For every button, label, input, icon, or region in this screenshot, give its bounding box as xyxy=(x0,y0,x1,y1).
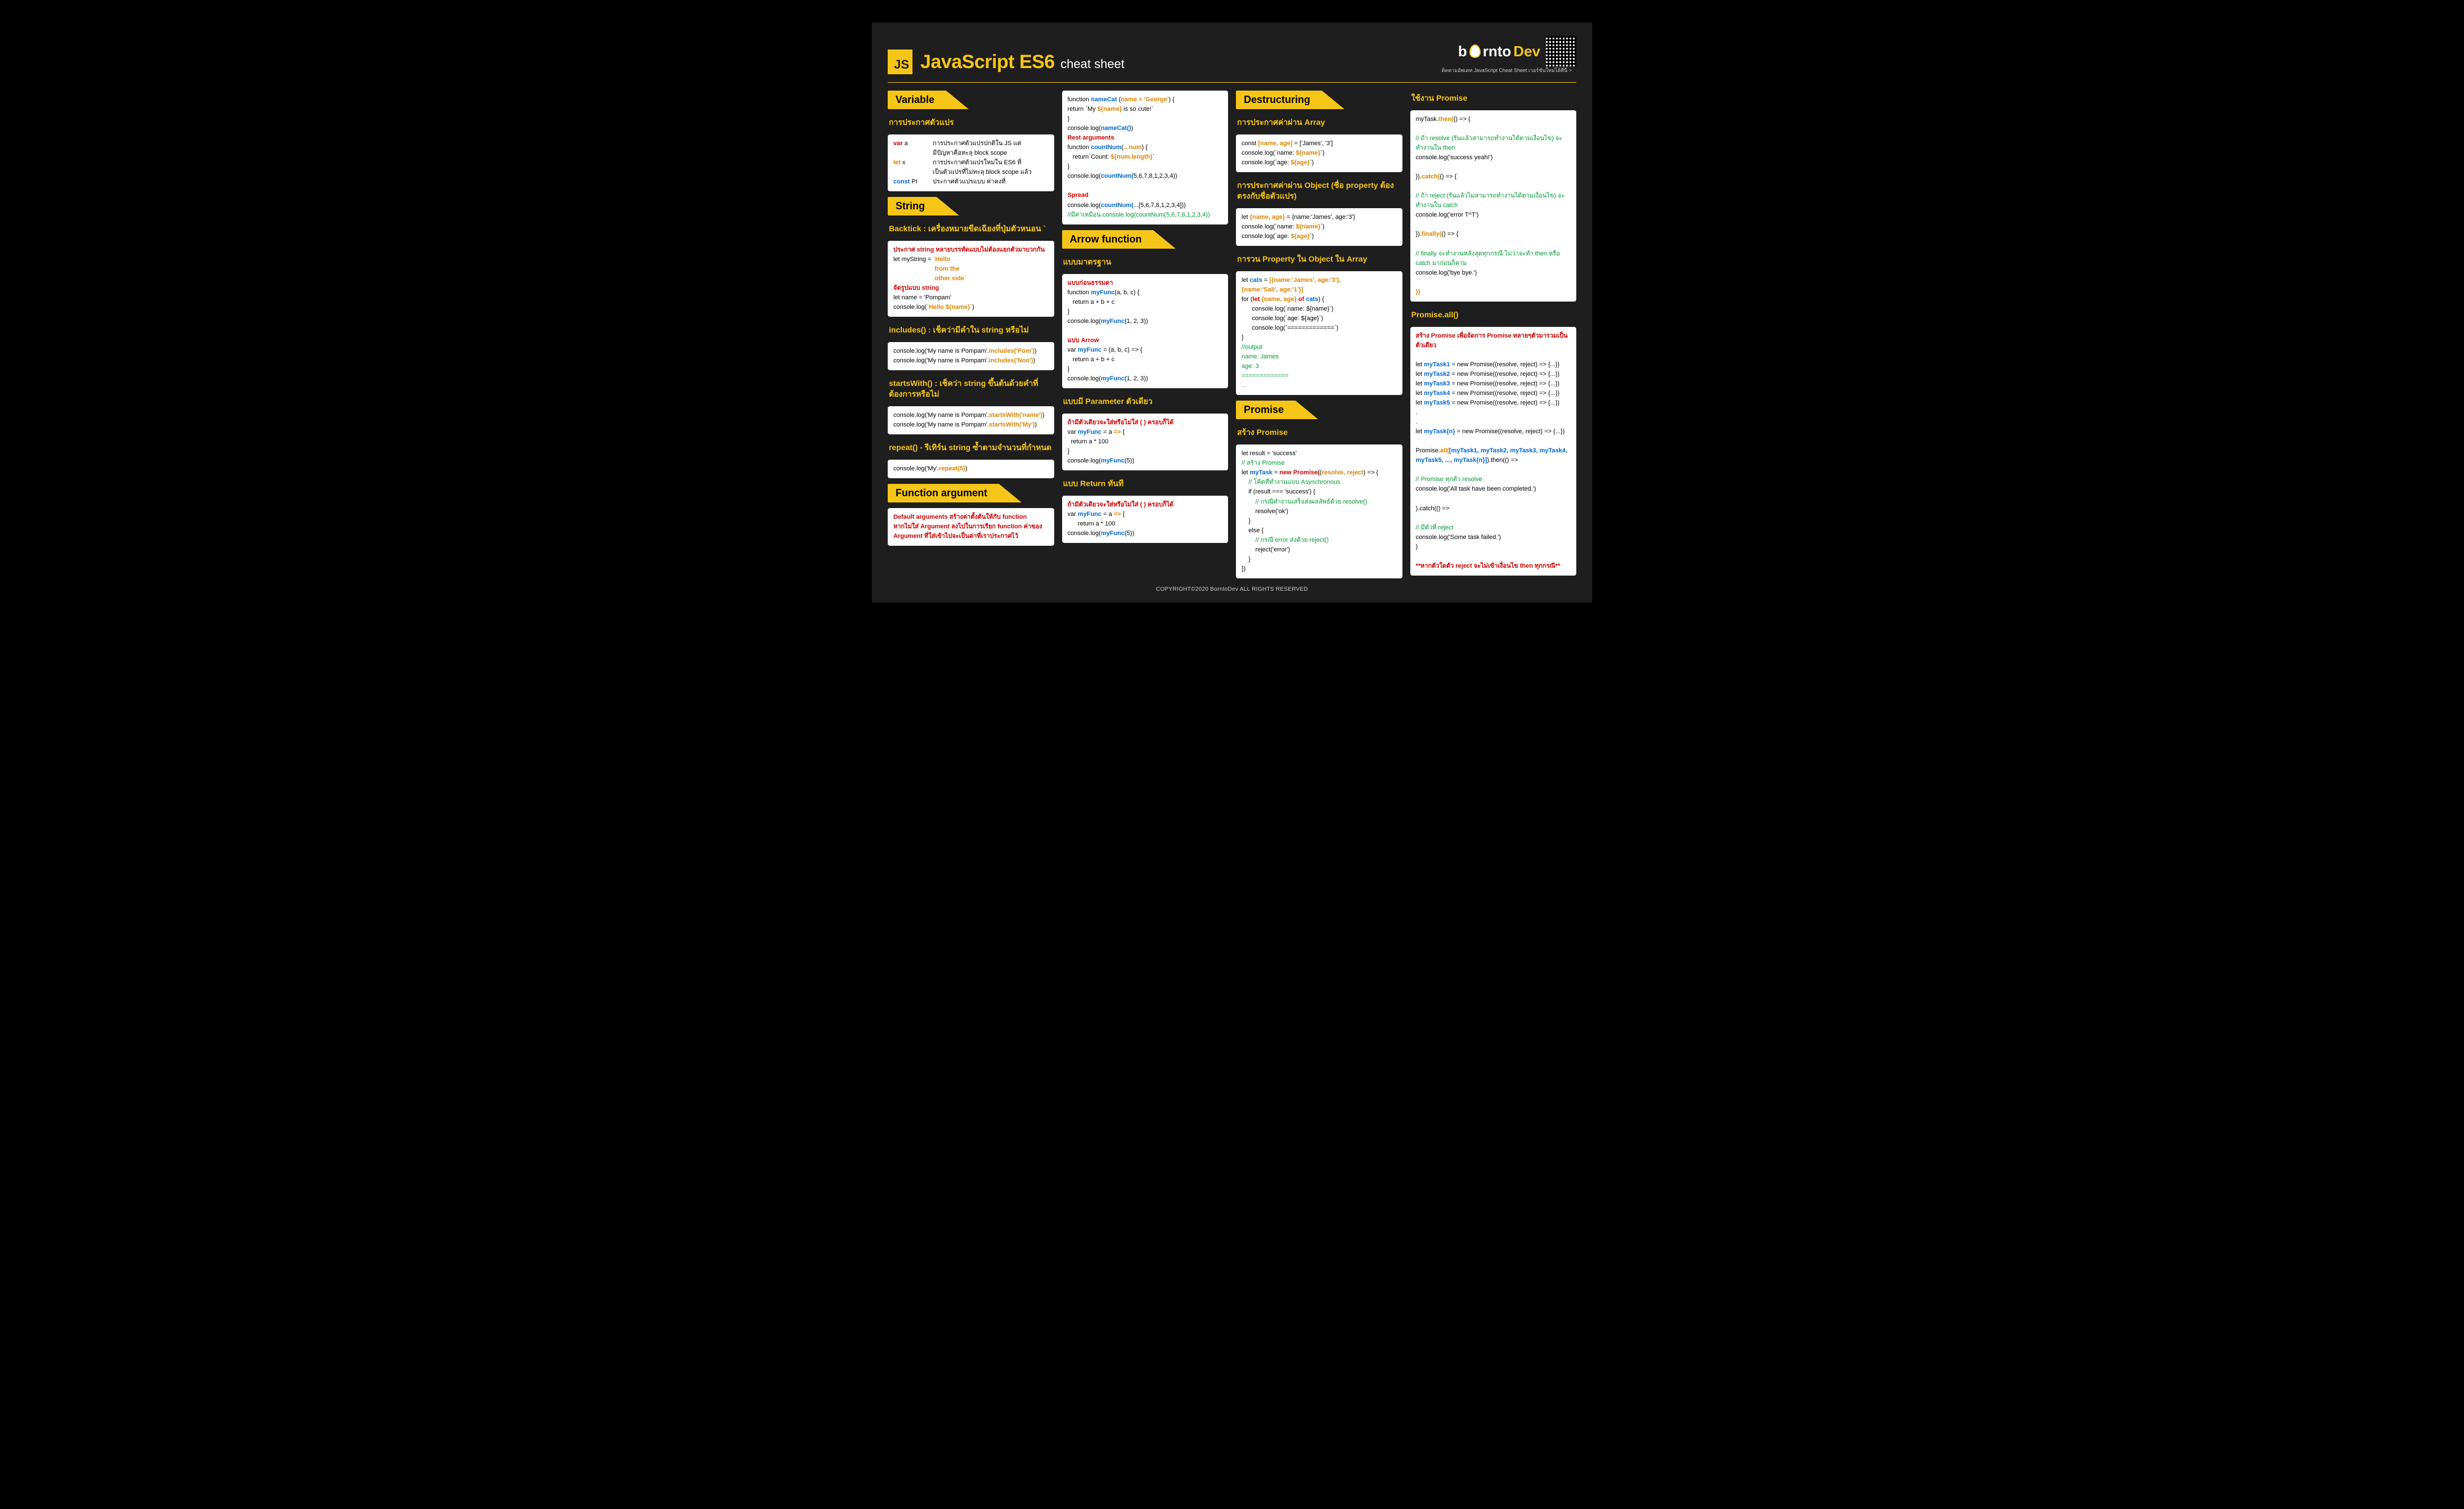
column-1: Variable การประกาศตัวแปร var a let x con… xyxy=(888,91,1054,578)
subhead-destructure-object: การประกาศค่าผ่าน Object (ชื่อ property ต… xyxy=(1236,178,1402,203)
footer: COPYRIGHT©2020 BorntoDev ALL RIGHTS RESE… xyxy=(888,586,1576,592)
js-badge-icon: JS xyxy=(888,50,912,74)
card-arrow-return: ถ้ามีตัวเดียวจะใส่หรือไม่ใส่ ( ) ครอบก็ไ… xyxy=(1062,496,1229,543)
column-3: Destructuring การประกาศค่าผ่าน Array con… xyxy=(1236,91,1402,578)
tab-promise: Promise xyxy=(1236,401,1318,419)
card-arrow-one: ถ้ามีตัวเดียวจะใส่หรือไม่ใส่ ( ) ครอบก็ไ… xyxy=(1062,414,1229,470)
egg-icon xyxy=(1469,44,1481,58)
card-startswith: console.log('My name is Pompam'.startsWi… xyxy=(888,406,1054,434)
tab-function-argument: Function argument xyxy=(888,484,1021,502)
subhead-use-promise: ใช้งาน Promise xyxy=(1410,91,1577,105)
subhead-backtick: Backtick : เครื่องหมายขีดเฉียงที่ปุ่มตัว… xyxy=(888,221,1054,235)
card-function-argument: Default arguments สร้างค่าตั้งต้นให้กับ … xyxy=(888,508,1054,546)
header: JS JavaScript ES6 cheat sheet brntoDev ต… xyxy=(888,36,1576,79)
page-subtitle: cheat sheet xyxy=(1060,57,1125,71)
subhead-includes: includes() : เช็คว่ามีคำใน string หรือไม… xyxy=(888,322,1054,336)
card-promise-all: สร้าง Promise เพื่อจัดการ Promise หลายๆต… xyxy=(1410,327,1577,576)
subhead-arrow-one: แบบมี Parameter ตัวเดียว xyxy=(1062,394,1229,408)
subhead-arrow-return: แบบ Return ทันที xyxy=(1062,476,1229,490)
subhead-promise-all: Promise.all() xyxy=(1410,307,1577,321)
cheat-sheet: JS JavaScript ES6 cheat sheet brntoDev ต… xyxy=(872,23,1592,603)
divider xyxy=(888,82,1576,83)
brand-right: brntoDev ติดตามอัพเดท JavaScript Cheat S… xyxy=(1442,36,1576,74)
subhead-startswith: startsWith() : เช็คว่า string ขึ้นต้นด้ว… xyxy=(888,376,1054,401)
card-includes: console.log('My name is Pompam'.includes… xyxy=(888,342,1054,370)
subhead-arrow-standard: แบบมาตรฐาน xyxy=(1062,254,1229,268)
column-2: function nameCat (name = 'George') { ret… xyxy=(1062,91,1229,578)
card-variable: var a let x const PIการประกาศตัวแปรปกติใ… xyxy=(888,134,1054,191)
card-destructure-array: const [name, age] = ['James', '3'] conso… xyxy=(1236,134,1402,172)
card-arrow-standard: แบบก่อนธรรมดา function myFunc(a, b, c) {… xyxy=(1062,274,1229,389)
tab-string: String xyxy=(888,197,959,215)
card-default-args: function nameCat (name = 'George') { ret… xyxy=(1062,91,1229,224)
subhead-repeat: repeat() - รีเทิร์น string ซ้ำตามจำนวนที… xyxy=(888,440,1054,454)
tab-destructuring: Destructuring xyxy=(1236,91,1344,109)
subhead-make-promise: สร้าง Promise xyxy=(1236,425,1402,439)
card-backtick: ประกาศ string หลายบรรทัดแบบไม่ต้องแยกตัว… xyxy=(888,241,1054,317)
subhead-loop-property: การวน Property ใน Object ใน Array xyxy=(1236,251,1402,266)
subhead-destructure-array: การประกาศค่าผ่าน Array xyxy=(1236,115,1402,129)
card-make-promise: let result = 'success' // สร้าง Promise … xyxy=(1236,444,1402,578)
tagline: ติดตามอัพเดท JavaScript Cheat Sheet เวอร… xyxy=(1442,66,1572,74)
card-destructure-object: let {name, age} = {name:'James', age:'3'… xyxy=(1236,208,1402,246)
tab-variable: Variable xyxy=(888,91,968,109)
tab-arrow-function: Arrow function xyxy=(1062,230,1176,249)
column-4: ใช้งาน Promise myTask.then(() => { // ถ้… xyxy=(1410,91,1577,578)
qr-code-icon xyxy=(1546,36,1576,66)
card-use-promise: myTask.then(() => { // ถ้า resolve (รันแ… xyxy=(1410,110,1577,302)
subhead-declaration: การประกาศตัวแปร xyxy=(888,115,1054,129)
card-repeat: console.log('My'.repeat(5)) xyxy=(888,460,1054,478)
card-loop-property: let cats = [{name:'James', age:'3'}, {na… xyxy=(1236,271,1402,396)
borntodev-logo: brntoDev xyxy=(1458,43,1540,60)
brand-left: JS JavaScript ES6 cheat sheet xyxy=(888,50,1125,74)
columns: Variable การประกาศตัวแปร var a let x con… xyxy=(888,91,1576,578)
page-title: JavaScript ES6 xyxy=(920,51,1055,73)
